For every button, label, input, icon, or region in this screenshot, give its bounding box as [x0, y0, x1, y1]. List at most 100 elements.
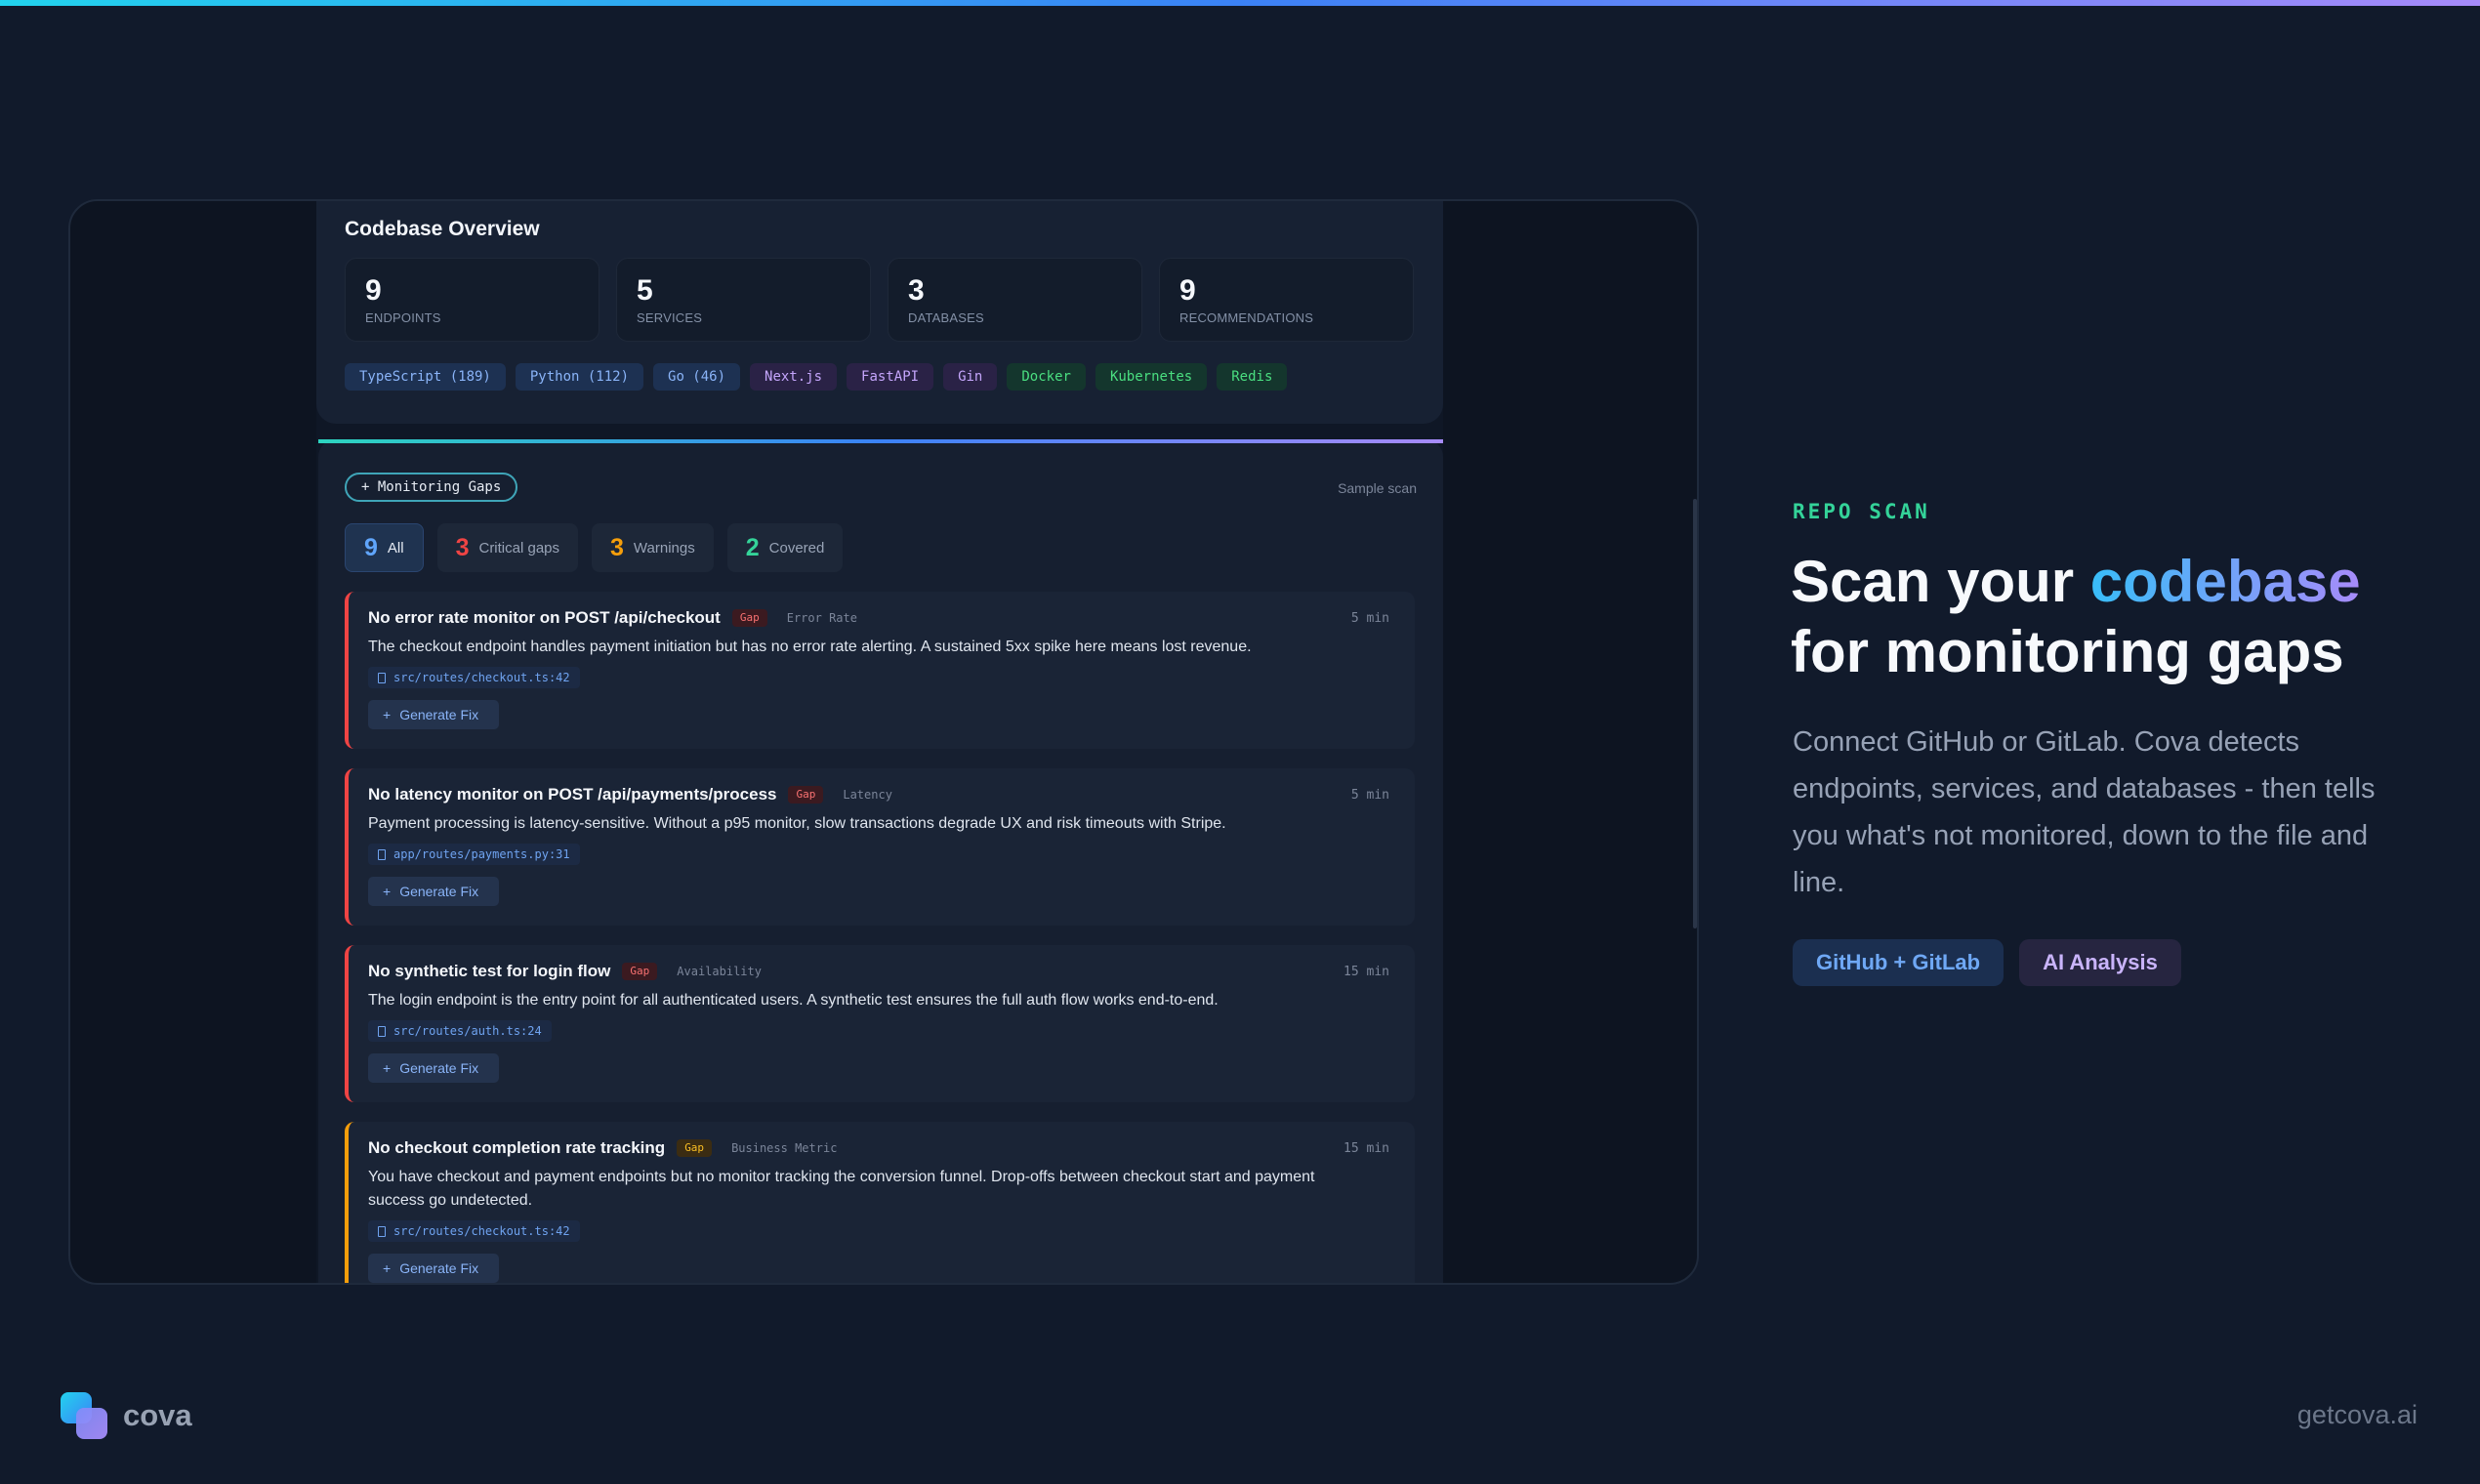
filter-label: Warnings [633, 539, 695, 556]
generate-fix-button[interactable]: + Generate Fix [368, 1053, 499, 1083]
top-accent-bar [0, 0, 2480, 6]
file-reference-link[interactable]: src/routes/auth.ts:24 [368, 1020, 552, 1042]
tech-tag: TypeScript (189) [345, 363, 506, 391]
tech-tag: FastAPI [847, 363, 934, 391]
generate-fix-label: Generate Fix [399, 1260, 479, 1276]
file-reference-link[interactable]: src/routes/checkout.ts:42 [368, 667, 580, 688]
tech-tag: Kubernetes [1095, 363, 1208, 391]
gap-title: No error rate monitor on POST /api/check… [368, 608, 721, 627]
file-path: src/routes/checkout.ts:42 [393, 671, 570, 684]
monitoring-gaps-card: + Monitoring Gaps Sample scan 9 All 3 Cr… [318, 439, 1443, 1283]
gap-time-estimate: 5 min [1350, 788, 1389, 803]
gap-item: No error rate monitor on POST /api/check… [345, 592, 1415, 749]
stat-label: RECOMMENDATIONS [1179, 310, 1314, 325]
gap-title: No checkout completion rate tracking [368, 1138, 666, 1157]
sparkle-icon: + [383, 1260, 392, 1276]
stat-label: ENDPOINTS [365, 310, 441, 325]
filter-covered[interactable]: 2 Covered [726, 523, 844, 572]
brand-logo[interactable]: cova [61, 1392, 192, 1439]
filter-warnings[interactable]: 3 Warnings [592, 523, 714, 572]
feature-chip: GitHub + GitLab [1793, 939, 2005, 986]
gap-description: The checkout endpoint handles payment in… [368, 639, 1252, 655]
filter-critical-gaps[interactable]: 3 Critical gaps [436, 523, 579, 572]
tech-tag: Redis [1217, 363, 1288, 391]
file-reference-link[interactable]: src/routes/checkout.ts:42 [368, 1220, 580, 1242]
filter-all[interactable]: 9 All [345, 523, 424, 572]
gap-item-header: No error rate monitor on POST /api/check… [368, 605, 1393, 631]
gaps-header: + Monitoring Gaps Sample scan [345, 443, 1417, 517]
file-path: src/routes/checkout.ts:42 [393, 1224, 570, 1238]
feature-chip: AI Analysis [2019, 939, 2181, 986]
gap-title: No latency monitor on POST /api/payments… [368, 785, 777, 804]
sparkle-icon: + [383, 884, 392, 899]
stat-value: 3 [908, 274, 925, 307]
gap-item: No synthetic test for login flow Gap Ava… [345, 945, 1415, 1102]
generate-fix-button[interactable]: + Generate Fix [368, 700, 499, 729]
stat-value: 9 [365, 274, 382, 307]
file-icon [378, 1025, 386, 1037]
filter-label: Covered [768, 539, 825, 556]
tech-tag: Go (46) [653, 363, 741, 391]
gap-badge: Gap [788, 786, 824, 804]
gap-item: No checkout completion rate tracking Gap… [345, 1122, 1415, 1283]
gap-item: No latency monitor on POST /api/payments… [345, 768, 1415, 926]
stat-services: 5 SERVICES [616, 258, 871, 342]
gap-description: You have checkout and payment endpoints … [368, 1169, 1315, 1209]
filter-count: 3 [455, 533, 470, 561]
stat-databases: 3 DATABASES [888, 258, 1142, 342]
app-window: Codebase Overview 9 ENDPOINTS 5 SERVICES… [68, 199, 1699, 1285]
gap-time-estimate: 15 min [1343, 965, 1389, 979]
headline-highlight: codebase [2089, 549, 2361, 614]
filter-count: 9 [364, 533, 378, 561]
file-icon [378, 1225, 386, 1237]
file-icon [378, 672, 386, 683]
gap-category: Latency [843, 788, 892, 802]
gap-badge: Gap [731, 609, 767, 627]
filter-count: 2 [745, 533, 760, 561]
gap-title: No synthetic test for login flow [368, 962, 611, 980]
tech-tag: Docker [1007, 363, 1086, 391]
generate-fix-label: Generate Fix [399, 1060, 479, 1076]
gap-time-estimate: 5 min [1350, 611, 1389, 626]
filter-label: All [387, 539, 404, 556]
monitoring-gaps-pill: + Monitoring Gaps [345, 473, 518, 502]
gap-badge: Gap [622, 963, 658, 980]
headline-part: for monitoring gaps [1791, 619, 2344, 684]
file-reference-link[interactable]: app/routes/payments.py:31 [368, 844, 580, 865]
filter-count: 3 [610, 533, 624, 561]
generate-fix-button[interactable]: + Generate Fix [368, 1254, 499, 1283]
cova-logo-icon [61, 1392, 107, 1439]
sample-scan-label: Sample scan [1338, 480, 1417, 496]
gap-category: Error Rate [786, 611, 857, 625]
stat-value: 5 [637, 274, 653, 307]
tech-tag: Next.js [750, 363, 838, 391]
file-path: app/routes/payments.py:31 [393, 847, 570, 861]
tech-tags: TypeScript (189) Python (112) Go (46) Ne… [345, 363, 1415, 391]
stat-endpoints: 9 ENDPOINTS [345, 258, 599, 342]
feature-chips: GitHub + GitLab AI Analysis [1793, 939, 2181, 986]
gap-item-header: No checkout completion rate tracking Gap… [368, 1135, 1393, 1161]
file-path: src/routes/auth.ts:24 [393, 1024, 542, 1038]
stat-value: 9 [1179, 274, 1196, 307]
stat-recommendations: 9 RECOMMENDATIONS [1159, 258, 1414, 342]
hero-headline: Scan your codebase for monitoring gaps [1791, 547, 2416, 687]
stat-label: SERVICES [637, 310, 703, 325]
section-kicker: REPO SCAN [1793, 500, 1930, 523]
file-icon [378, 848, 386, 860]
filter-tabs: 9 All 3 Critical gaps 3 Warnings 2 Cover… [345, 523, 1417, 572]
gap-category: Availability [677, 965, 762, 978]
generate-fix-label: Generate Fix [399, 707, 479, 722]
filter-label: Critical gaps [478, 539, 560, 556]
site-domain[interactable]: getcova.ai [2297, 1400, 2418, 1430]
tech-tag: Python (112) [515, 363, 644, 391]
scrollbar[interactable] [1693, 499, 1697, 928]
gap-description: Payment processing is latency-sensitive.… [368, 815, 1226, 832]
sparkle-icon: + [383, 707, 392, 722]
sparkle-icon: + [383, 1060, 392, 1076]
gap-time-estimate: 15 min [1343, 1141, 1389, 1156]
stat-label: DATABASES [908, 310, 984, 325]
stats-row: 9 ENDPOINTS 5 SERVICES 3 DATABASES 9 REC… [345, 258, 1415, 342]
gap-category: Business Metric [731, 1141, 838, 1155]
gap-description: The login endpoint is the entry point fo… [368, 992, 1219, 1009]
generate-fix-button[interactable]: + Generate Fix [368, 877, 499, 906]
